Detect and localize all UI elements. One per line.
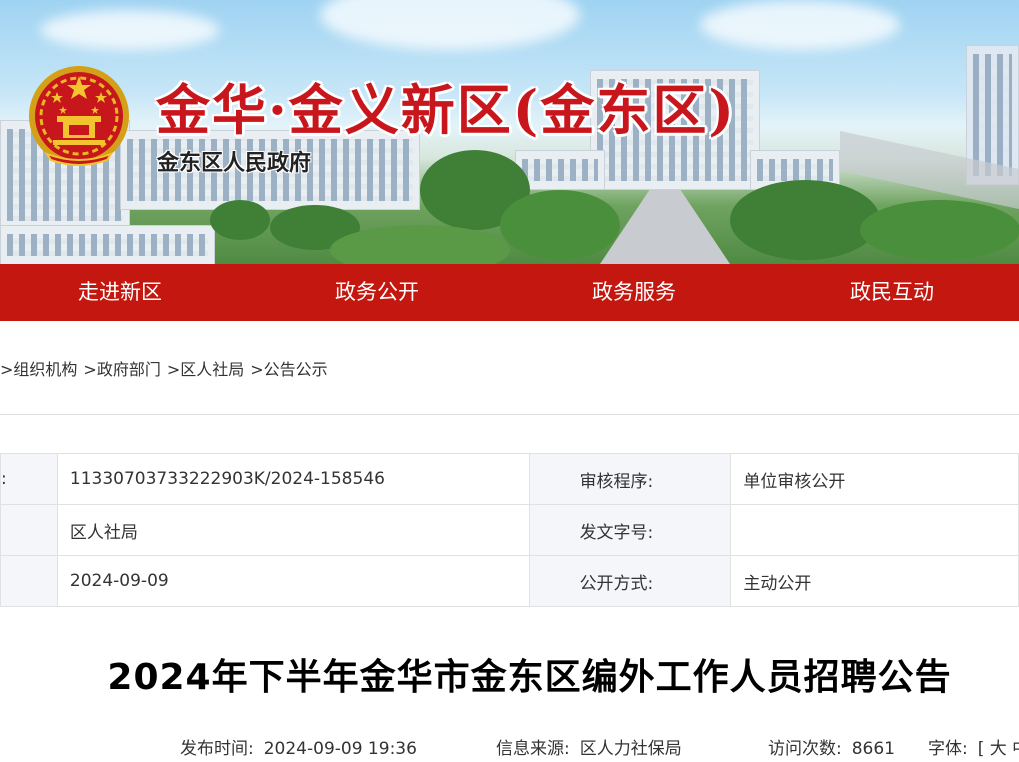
visit-count: 访问次数: 8661 bbox=[768, 734, 895, 759]
nav-item-gov-services[interactable]: 政务服务 bbox=[554, 264, 714, 321]
info-value-doc-number bbox=[730, 504, 1019, 556]
table-row: 2024-09-09 公开方式: 主动公开 bbox=[0, 555, 1019, 607]
nav-item-gov-affairs-open[interactable]: 政务公开 bbox=[297, 264, 457, 321]
info-label-index: : bbox=[0, 453, 58, 505]
font-size-control: 字体: [ 大 中 bbox=[928, 734, 1019, 759]
publish-time: 发布时间: 2024-09-09 19:36 bbox=[180, 734, 417, 759]
divider bbox=[0, 414, 1019, 415]
info-value-date: 2024-09-09 bbox=[56, 555, 530, 607]
tree bbox=[860, 200, 1019, 260]
info-source: 信息来源: 区人力社保局 bbox=[496, 734, 682, 759]
breadcrumb-item-departments[interactable]: 政府部门 bbox=[97, 360, 161, 379]
breadcrumb-item-hr-bureau[interactable]: 区人社局 bbox=[180, 360, 244, 379]
info-value-review: 单位审核公开 bbox=[730, 453, 1019, 505]
visit-count-value: 8661 bbox=[851, 739, 895, 759]
article-title: 2024年下半年金华市金东区编外工作人员招聘公告 bbox=[107, 657, 952, 698]
breadcrumb: >组织机构 >政府部门 >区人社局 >公告公示 bbox=[0, 356, 328, 380]
site-title: 金华·金义新区(金东区) bbox=[156, 78, 736, 142]
info-value-publish-mode: 主动公开 bbox=[730, 555, 1019, 607]
nav-item-about[interactable]: 走进新区 bbox=[40, 264, 200, 321]
font-size-label: 字体: bbox=[928, 739, 968, 759]
nav-item-interaction[interactable]: 政民互动 bbox=[812, 264, 972, 321]
table-row: : 11330703733222903K/2024-158546 审核程序: 单… bbox=[0, 453, 1019, 505]
visit-count-label: 访问次数: bbox=[768, 739, 842, 759]
info-value-index-number: 11330703733222903K/2024-158546 bbox=[56, 453, 530, 505]
breadcrumb-separator: > bbox=[0, 360, 14, 379]
publish-time-label: 发布时间: bbox=[180, 739, 254, 759]
header-banner: 金华·金义新区(金东区) 金东区人民政府 bbox=[0, 0, 1019, 264]
font-size-options[interactable]: [ 大 中 bbox=[978, 739, 1019, 759]
info-source-value: 区人力社保局 bbox=[579, 739, 682, 759]
main-nav: 走进新区 政务公开 政务服务 政民互动 bbox=[0, 264, 1019, 321]
info-label-issuer bbox=[0, 504, 58, 556]
breadcrumb-item-notices[interactable]: 公告公示 bbox=[264, 360, 328, 379]
breadcrumb-separator: > bbox=[166, 360, 181, 379]
national-emblem-icon bbox=[29, 66, 129, 166]
info-label-review: 审核程序: bbox=[528, 453, 732, 505]
tree bbox=[500, 190, 620, 260]
info-source-label: 信息来源: bbox=[496, 739, 570, 759]
site-subtitle: 金东区人民政府 bbox=[157, 151, 312, 176]
info-label-publish-mode: 公开方式: bbox=[528, 555, 732, 607]
info-label-date bbox=[0, 555, 58, 607]
info-value-issuer: 区人社局 bbox=[56, 504, 530, 556]
document-info-table: : 11330703733222903K/2024-158546 审核程序: 单… bbox=[0, 453, 1019, 607]
tree bbox=[210, 200, 270, 240]
breadcrumb-item-org[interactable]: 组织机构 bbox=[13, 360, 77, 379]
info-label-doc-number: 发文字号: bbox=[528, 504, 732, 556]
cloud bbox=[320, 0, 580, 50]
breadcrumb-separator: > bbox=[250, 360, 264, 379]
table-row: 区人社局 发文字号: bbox=[0, 504, 1019, 556]
tree bbox=[730, 180, 880, 260]
building bbox=[0, 225, 215, 264]
cloud bbox=[700, 0, 900, 50]
publish-time-value: 2024-09-09 19:36 bbox=[263, 739, 417, 759]
breadcrumb-separator: > bbox=[83, 360, 97, 379]
cloud bbox=[40, 10, 220, 50]
